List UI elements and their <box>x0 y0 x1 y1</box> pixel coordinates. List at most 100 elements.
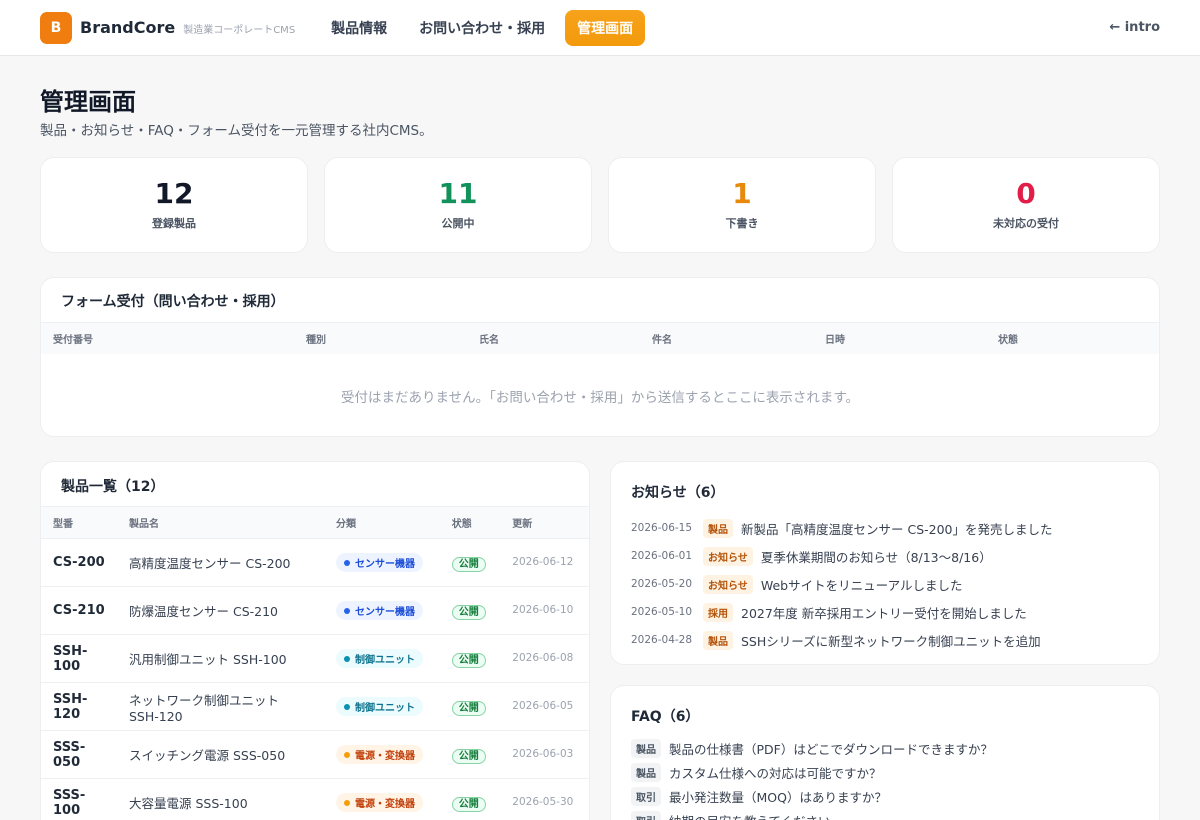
news-tag: お知らせ <box>703 546 753 566</box>
dot-icon <box>344 703 350 710</box>
faq-question[interactable]: 最小発注数量（MOQ）はありますか？ <box>669 787 887 806</box>
model-number: SSH-120 <box>41 682 117 731</box>
news-title: お知らせ（6） <box>631 485 725 501</box>
column-header[interactable]: 状態 <box>998 331 1018 346</box>
product-name[interactable]: 防爆温度センサー CS-210 <box>117 586 324 635</box>
news-date: 2026-06-15 <box>631 522 693 534</box>
category-label: 制御ユニット <box>355 703 415 714</box>
list-item[interactable]: 2026-05-10 採用 2027年度 新卒採用エントリー受付を開始しました <box>631 598 1139 626</box>
table-row[interactable]: CS-200 高精度温度センサー CS-200 センサー機器 公開 2026-0… <box>41 538 589 587</box>
faq-question[interactable]: 製品の仕様書（PDF）はどこでダウンロードできますか？ <box>669 739 993 758</box>
list-item[interactable]: 製品 製品の仕様書（PDF）はどこでダウンロードできますか？ <box>631 736 1139 760</box>
news-tag: 製品 <box>703 518 733 538</box>
news-date: 2026-05-20 <box>631 578 693 590</box>
news-date: 2026-05-10 <box>631 606 693 618</box>
column-header[interactable]: 日時 <box>825 331 998 346</box>
bottom-section: 製品一覧（12） 型番 製品名 分類 状態 更新 CS-200 高精度温度センサ… <box>40 461 1160 820</box>
table-row[interactable]: SSS-100 大容量電源 SSS-100 電源・変換器 公開 2026-05-… <box>41 778 589 820</box>
category-badge: 制御ユニット <box>336 697 423 716</box>
status-badge: 公開 <box>451 797 486 813</box>
stat-card-published: 11 公開中 <box>324 157 592 253</box>
news-item-title[interactable]: 新製品「高精度温度センサー CS-200」を発売しました <box>741 519 1053 538</box>
list-item[interactable]: 2026-05-20 お知らせ Webサイトをリニューアルしました <box>631 570 1139 598</box>
column-header[interactable]: 受付番号 <box>53 331 306 346</box>
table-row[interactable]: SSS-050 スイッチング電源 SSS-050 電源・変換器 公開 2026-… <box>41 730 589 779</box>
news-date: 2026-04-28 <box>631 634 693 646</box>
news-tag: お知らせ <box>703 574 753 594</box>
product-name[interactable]: 大容量電源 SSS-100 <box>117 778 324 820</box>
category-badge: 電源・変換器 <box>336 793 423 813</box>
faq-question[interactable]: 納期の目安を教えてください <box>669 811 831 820</box>
list-item[interactable]: 2026-04-28 製品 SSHシリーズに新型ネットワーク制御ユニットを追加 <box>631 626 1139 654</box>
stat-label: 未対応の受付 <box>993 217 1059 231</box>
faq-tag: 取引 <box>631 786 661 806</box>
category-label: 制御ユニット <box>355 655 415 666</box>
nav-products[interactable]: 製品情報 <box>319 10 399 46</box>
column-header[interactable]: 更新 <box>500 506 589 539</box>
stat-value: 12 <box>154 176 194 210</box>
faq-tag: 製品 <box>631 762 661 782</box>
table-row[interactable]: SSH-100 汎用制御ユニット SSH-100 制御ユニット 公開 2026-… <box>41 634 589 683</box>
column-header[interactable]: 型番 <box>41 506 117 539</box>
dot-icon <box>344 607 350 614</box>
faq-list: 製品 製品の仕様書（PDF）はどこでダウンロードできますか？ 製品 カスタム仕様… <box>631 736 1139 820</box>
category-badge: センサー機器 <box>336 553 423 572</box>
stat-value: 11 <box>438 176 478 210</box>
list-item[interactable]: 製品 カスタム仕様への対応は可能ですか？ <box>631 760 1139 784</box>
faq-question[interactable]: カスタム仕様への対応は可能ですか？ <box>669 763 882 782</box>
category-label: 電源・変換器 <box>355 799 415 811</box>
stats-row: 12 登録製品 11 公開中 1 下書き 0 未対応の受付 <box>40 157 1160 253</box>
category-label: センサー機器 <box>355 559 415 570</box>
column-header[interactable]: 分類 <box>324 506 440 539</box>
product-name[interactable]: 高精度温度センサー CS-200 <box>117 538 324 587</box>
dot-icon <box>344 751 350 758</box>
nav-contact-recruit[interactable]: お問い合わせ・採用 <box>407 10 557 46</box>
list-item[interactable]: 2026-06-15 製品 新製品「高精度温度センサー CS-200」を発売しま… <box>631 514 1139 542</box>
brand-subtitle: 製造業コーポレートCMS <box>183 25 296 36</box>
updated-date: 2026-06-08 <box>500 634 589 683</box>
status-badge: 公開 <box>451 749 486 764</box>
dot-icon <box>344 655 350 662</box>
status-badge: 公開 <box>451 605 486 620</box>
status-badge: 公開 <box>451 557 486 572</box>
brand-logo[interactable]: B <box>40 11 72 44</box>
faq-tag: 製品 <box>631 738 661 758</box>
list-item[interactable]: 取引 納期の目安を教えてください <box>631 808 1139 820</box>
product-name[interactable]: スイッチング電源 SSS-050 <box>117 730 324 779</box>
product-name[interactable]: 汎用制御ユニット SSH-100 <box>117 634 324 683</box>
page-subtitle: 製品・お知らせ・FAQ・フォーム受付を一元管理する社内CMS。 <box>40 123 433 139</box>
column-header[interactable]: 種別 <box>306 331 479 346</box>
intro-link[interactable]: ← intro <box>1109 20 1160 35</box>
column-header[interactable]: 件名 <box>652 331 825 346</box>
column-header[interactable]: 製品名 <box>117 506 324 539</box>
column-header[interactable]: 氏名 <box>479 331 652 346</box>
updated-date: 2026-06-12 <box>500 538 589 587</box>
news-item-title[interactable]: 夏季休業期間のお知らせ（8/13〜8/16） <box>761 547 992 566</box>
stat-card-unhandled: 0 未対応の受付 <box>892 157 1160 253</box>
table-row[interactable]: CS-210 防爆温度センサー CS-210 センサー機器 公開 2026-06… <box>41 586 589 635</box>
news-item-title[interactable]: 2027年度 新卒採用エントリー受付を開始しました <box>741 603 1027 622</box>
model-number: CS-200 <box>41 538 117 587</box>
product-name[interactable]: ネットワーク制御ユニット SSH-120 <box>117 682 324 731</box>
product-table: 型番 製品名 分類 状態 更新 CS-200 高精度温度センサー CS-200 … <box>41 506 589 820</box>
news-item-title[interactable]: Webサイトをリニューアルしました <box>761 575 963 594</box>
category-label: 電源・変換器 <box>355 751 415 762</box>
model-number: SSS-050 <box>41 730 117 779</box>
faq-card: FAQ（6） 製品 製品の仕様書（PDF）はどこでダウンロードできますか？ 製品… <box>610 685 1160 820</box>
list-item[interactable]: 取引 最小発注数量（MOQ）はありますか？ <box>631 784 1139 808</box>
form-submissions-card: フォーム受付（問い合わせ・採用） 受付番号 種別 氏名 件名 日時 状態 受付は… <box>40 277 1160 437</box>
stat-card-draft: 1 下書き <box>608 157 876 253</box>
brand-name[interactable]: BrandCore <box>80 18 175 37</box>
news-tag: 採用 <box>703 602 733 622</box>
model-number: CS-210 <box>41 586 117 635</box>
column-header[interactable]: 状態 <box>439 506 501 539</box>
stat-label: 公開中 <box>441 217 475 231</box>
right-column: お知らせ（6） 2026-06-15 製品 新製品「高精度温度センサー CS-2… <box>610 461 1160 820</box>
news-date: 2026-06-01 <box>631 550 693 562</box>
list-item[interactable]: 2026-06-01 お知らせ 夏季休業期間のお知らせ（8/13〜8/16） <box>631 542 1139 570</box>
nav-admin[interactable]: 管理画面 <box>565 9 646 46</box>
dot-icon <box>344 559 350 566</box>
table-row[interactable]: SSH-120 ネットワーク制御ユニット SSH-120 制御ユニット 公開 2… <box>41 682 589 731</box>
status-badge: 公開 <box>451 701 486 716</box>
news-item-title[interactable]: SSHシリーズに新型ネットワーク制御ユニットを追加 <box>741 631 1041 650</box>
